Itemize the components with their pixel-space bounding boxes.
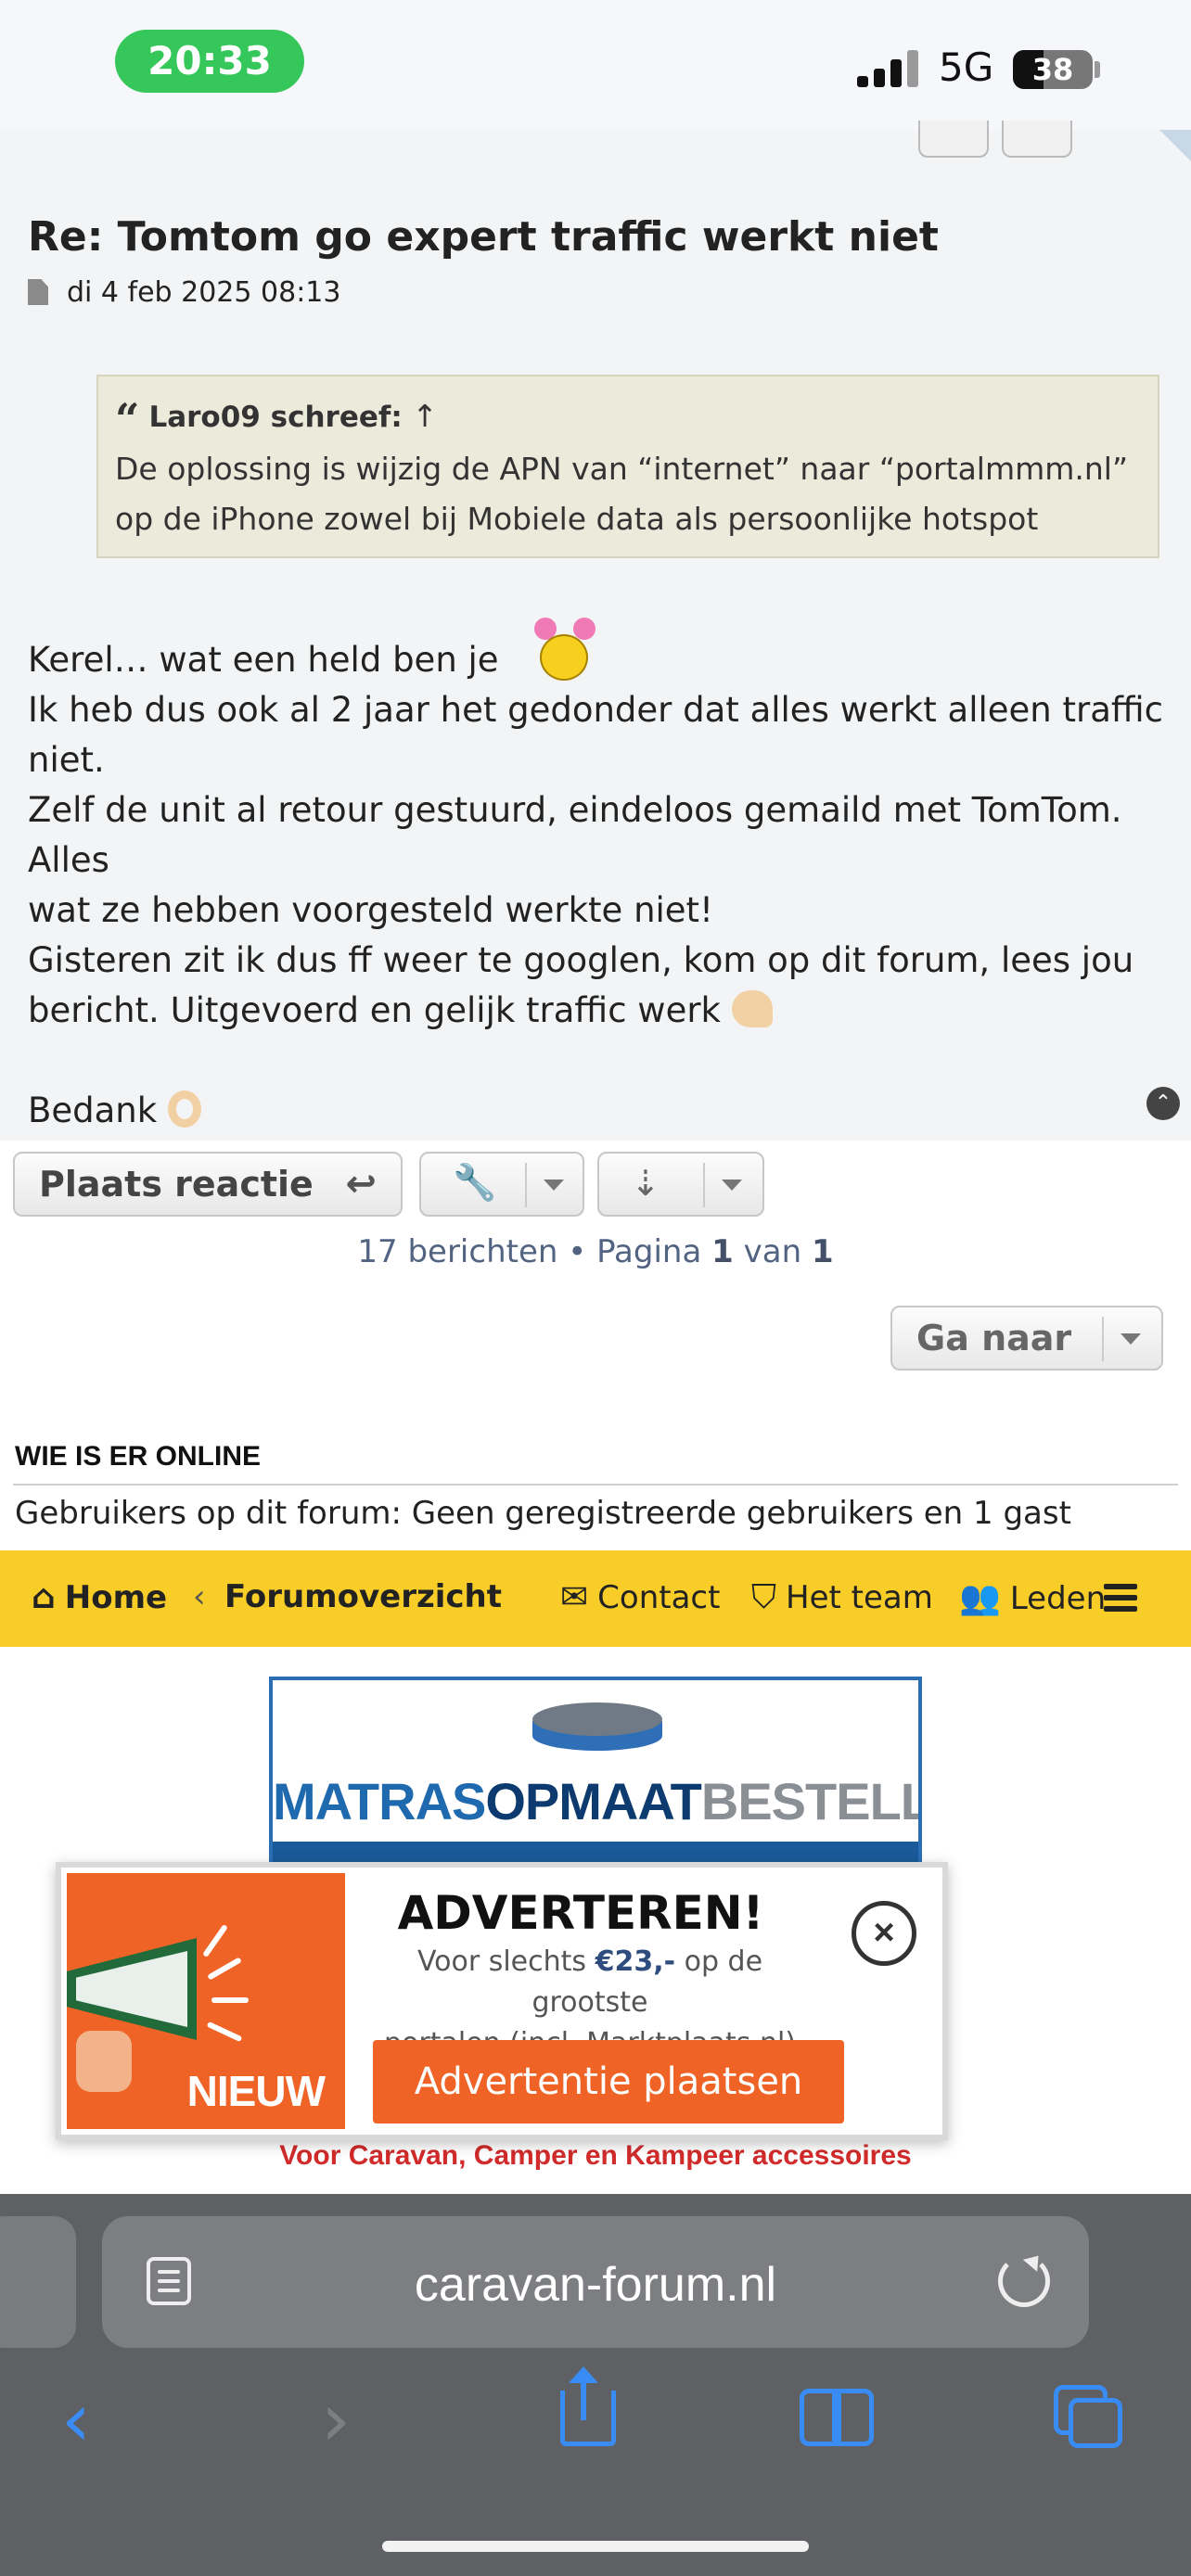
status-bar: 20:33 5G 38	[0, 0, 1191, 130]
quote-line: De oplossing is wijzig de APN van “inter…	[115, 451, 1129, 487]
battery-icon: 38	[1013, 50, 1093, 89]
battery-level: 38	[1031, 52, 1074, 87]
nav-home-label: Home	[64, 1579, 168, 1616]
advertise-popup: NIEUW ADVERTEREN! Voor slechts €23,- op …	[56, 1862, 948, 2140]
nav-members[interactable]: 👥 Leden	[959, 1578, 1106, 1617]
shield-icon: ⛉	[751, 1578, 777, 1616]
sort-icon: ⇣	[631, 1165, 660, 1204]
quote-mark-icon: “	[115, 394, 140, 444]
nav-forum-index[interactable]: Forumoverzicht	[224, 1578, 502, 1615]
logo-part: MATRAS	[273, 1772, 486, 1830]
share-icon[interactable]	[560, 2391, 616, 2446]
tabs-icon[interactable]	[1054, 2385, 1128, 2450]
reply-arrow-icon: ↩	[345, 1163, 377, 1205]
pagination-mid: van	[743, 1233, 802, 1270]
post-reply-label: Plaats reactie	[39, 1164, 314, 1205]
sponsor-logo: MATRASOPMAATBESTELLEN.NL	[273, 1771, 918, 1831]
post-more-button[interactable]	[1002, 121, 1072, 158]
chevron-down-icon	[544, 1180, 564, 1191]
ad-desc-prefix: Voor slechts	[416, 1945, 587, 1978]
logo-part: BESTELLEN.NL	[700, 1772, 918, 1830]
browser-bar: caravan-forum.nl	[0, 2194, 1191, 2576]
nav-members-label: Leden	[1009, 1580, 1107, 1617]
back-to-top-icon[interactable]: ⌃	[1146, 1087, 1180, 1120]
forum-post: Re: Tomtom go expert traffic werkt niet …	[0, 121, 1191, 1141]
document-icon[interactable]	[28, 279, 48, 305]
topic-tools-dropdown[interactable]: 🔧	[419, 1152, 584, 1217]
page-total: 1	[811, 1233, 834, 1270]
address-bar[interactable]: caravan-forum.nl	[102, 2216, 1089, 2348]
status-time: 20:33	[115, 30, 304, 93]
quote-line: op de iPhone zowel bij Mobiele data als …	[115, 501, 1039, 537]
nav-team[interactable]: ⛉ Het team	[751, 1578, 933, 1617]
users-icon: 👥	[959, 1579, 1001, 1617]
chevron-down-icon	[722, 1180, 742, 1191]
post-quote: “Laro09 schreef: ↑ De oplossing is wijzi…	[96, 375, 1159, 558]
previous-tab-preview[interactable]	[0, 2216, 76, 2348]
forward-icon[interactable]: ›	[321, 2383, 351, 2457]
nav-contact[interactable]: ✉ Contact	[560, 1578, 720, 1616]
ok-hand-icon	[168, 1090, 202, 1128]
envelope-icon: ✉	[560, 1578, 589, 1616]
divider	[13, 1484, 1178, 1486]
ad-price: €23,-	[595, 1945, 676, 1978]
new-badge: NIEUW	[186, 2067, 326, 2115]
sort-dropdown[interactable]: ⇣	[597, 1152, 764, 1217]
page-current: 1	[711, 1233, 734, 1270]
home-indicator[interactable]	[382, 2541, 809, 2552]
nav-team-label: Het team	[786, 1579, 933, 1616]
home-icon: ⌂	[32, 1578, 56, 1616]
jump-to-label: Ga naar	[916, 1318, 1072, 1358]
place-ad-button[interactable]: Advertentie plaatsen	[373, 2040, 844, 2123]
quote-jump-link[interactable]: ↑	[412, 398, 438, 434]
ad-image[interactable]: NIEUW	[67, 1873, 345, 2129]
post-body-line: niet.	[28, 740, 105, 780]
post-title[interactable]: Re: Tomtom go expert traffic werkt niet	[28, 213, 939, 261]
quote-header: “Laro09 schreef: ↑	[115, 391, 1141, 444]
menu-icon[interactable]	[1104, 1584, 1137, 1612]
post-body-line: Bedank	[28, 1090, 158, 1130]
post-corner-marker	[1159, 130, 1191, 161]
quote-author: Laro09 schreef:	[148, 401, 403, 434]
cellular-signal-icon	[857, 50, 918, 87]
close-icon[interactable]: ×	[852, 1901, 916, 1966]
bookmarks-icon[interactable]	[800, 2389, 877, 2446]
nav-contact-label: Contact	[597, 1579, 721, 1616]
post-reply-button[interactable]: Plaats reactie ↩	[13, 1152, 403, 1217]
sponsor-tagline[interactable]: Voor Caravan, Camper en Kampeer accessoi…	[269, 2140, 922, 2172]
chevron-down-icon	[1121, 1333, 1141, 1345]
pagination-info: 17 berichten • Pagina 1 van 1	[0, 1233, 1191, 1270]
post-body-line: Zelf de unit al retour gestuurd, eindelo…	[28, 790, 1122, 880]
back-icon[interactable]: ‹	[61, 2383, 91, 2457]
nav-home[interactable]: ⌂ Home	[32, 1578, 167, 1616]
online-users-text: Gebruikers op dit forum: Geen geregistre…	[15, 1495, 1071, 1532]
mattress-icon	[532, 1702, 662, 1756]
post-date: di 4 feb 2025 08:13	[67, 276, 341, 309]
flexed-biceps-icon	[731, 990, 773, 1027]
wrench-icon: 🔧	[453, 1164, 497, 1203]
url-text[interactable]: caravan-forum.nl	[102, 2257, 1089, 2313]
post-body: Kerel… wat een held ben je Ik heb dus oo…	[28, 618, 1169, 1136]
share-arrow-head	[569, 2366, 598, 2383]
post-action-buttons	[918, 121, 1072, 161]
post-body-line: Ik heb dus ook al 2 jaar het gedonder da…	[28, 690, 1164, 730]
footer-nav: ⌂ Home ‹ Forumoverzicht ✉ Contact ⛉ Het tea…	[0, 1550, 1191, 1647]
post-body-line: bericht. Uitgevoerd en gelijk traffic we…	[28, 990, 721, 1030]
jump-to-button[interactable]: Ga naar	[890, 1306, 1163, 1371]
cheerleader-smiley-icon	[527, 618, 601, 682]
post-body-line: Gisteren zit ik dus ff weer te googlen, …	[28, 940, 1134, 980]
online-section-title: WIE IS ER ONLINE	[15, 1441, 262, 1472]
post-quote-button[interactable]	[918, 121, 989, 158]
logo-part: OPMAAT	[485, 1772, 701, 1830]
ad-title: ADVERTEREN!	[397, 1886, 764, 1940]
breadcrumb-separator: ‹	[193, 1578, 206, 1615]
post-body-line: wat ze hebben voorgesteld werkte niet!	[28, 890, 713, 930]
pagination-prefix: 17 berichten • Pagina	[357, 1233, 702, 1270]
post-body-line: Kerel… wat een held ben je	[28, 640, 499, 680]
battery-tip	[1095, 61, 1100, 78]
network-type: 5G	[939, 45, 994, 90]
post-meta: di 4 feb 2025 08:13	[28, 276, 340, 309]
reload-icon[interactable]	[998, 2255, 1050, 2307]
